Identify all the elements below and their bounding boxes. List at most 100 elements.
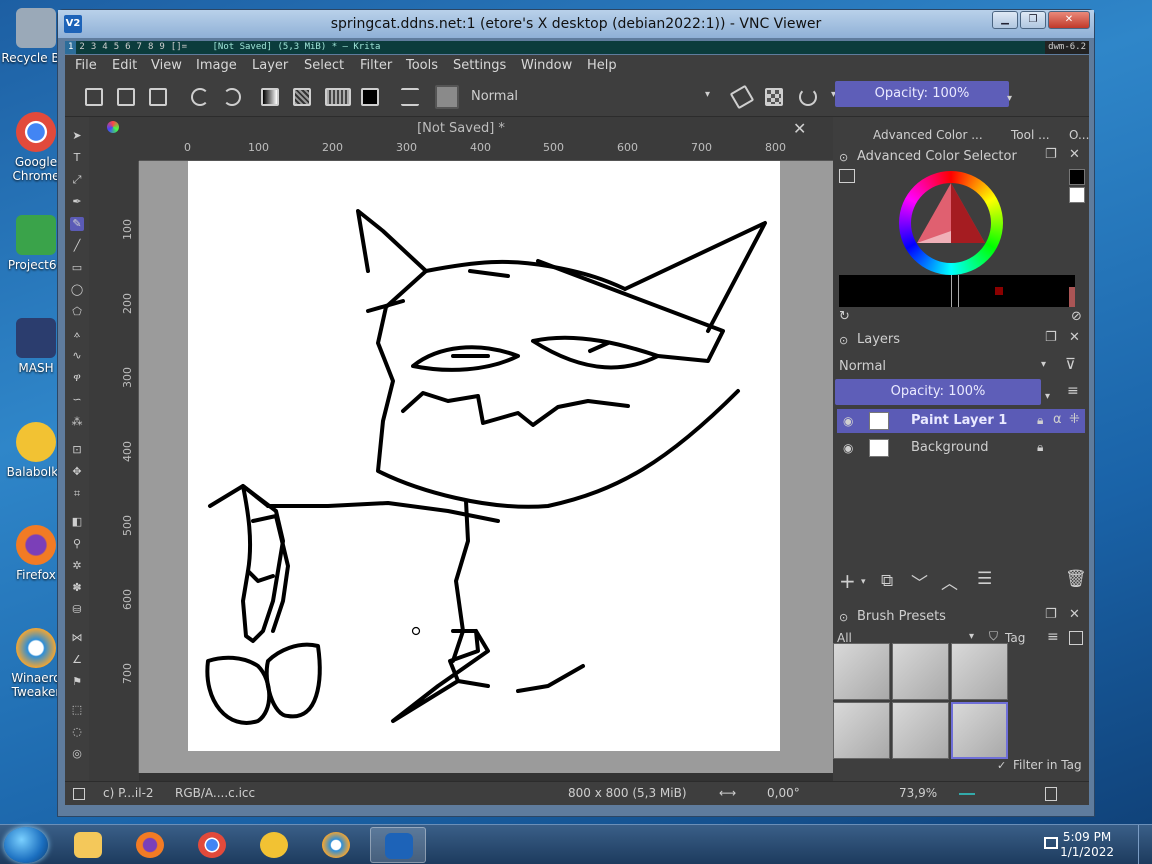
- eraser-icon[interactable]: [729, 84, 755, 110]
- maximize-button[interactable]: ❐: [1020, 11, 1046, 29]
- reload-preset-icon[interactable]: [799, 88, 817, 106]
- undo-icon[interactable]: [191, 88, 209, 106]
- delete-layer-icon[interactable]: 🗑︎: [1065, 569, 1087, 589]
- system-clock[interactable]: 5:09 PM 1/1/2022: [1060, 830, 1114, 860]
- minimize-button[interactable]: ▁: [992, 11, 1018, 29]
- lock-layer-icon[interactable]: 🔒︎: [1037, 413, 1043, 428]
- layer-row-background[interactable]: ◉ Background 🔒︎: [837, 436, 1085, 460]
- foreground-color-swatch[interactable]: [1069, 169, 1085, 185]
- layer-blend-mode-select[interactable]: Normal: [839, 359, 1049, 374]
- ellipse-tool-icon[interactable]: ◯: [70, 283, 84, 297]
- assistant-tool-icon[interactable]: ⋈: [70, 631, 84, 645]
- float-docker-icon[interactable]: ❐: [1045, 147, 1057, 162]
- color-picker-tool-icon[interactable]: ⚲: [70, 537, 84, 551]
- opacity-chevron-icon[interactable]: ▾: [1007, 93, 1012, 104]
- layer-properties-icon[interactable]: ☰: [977, 569, 992, 589]
- brush-preset-icon[interactable]: [435, 85, 459, 109]
- document-tab-title[interactable]: [Not Saved] *: [89, 121, 833, 136]
- taskbar-balabolka[interactable]: [246, 827, 302, 863]
- dwm-tag-3[interactable]: 3: [88, 41, 99, 54]
- fg-bg-color-icon[interactable]: [361, 88, 379, 106]
- inherit-alpha-icon[interactable]: ⁜: [1069, 412, 1080, 427]
- duplicate-layer-icon[interactable]: ⧉: [881, 571, 893, 591]
- color-settings-icon[interactable]: [839, 169, 855, 183]
- taskbar-winaero[interactable]: [308, 827, 364, 863]
- close-docker-icon[interactable]: ✕: [1069, 607, 1080, 622]
- color-triangle[interactable]: [899, 171, 1003, 275]
- colorize-mask-tool-icon[interactable]: ✽: [70, 581, 84, 595]
- tag-icon[interactable]: ⛉: [989, 629, 998, 644]
- color-wheel[interactable]: [899, 171, 1003, 275]
- layer-menu-icon[interactable]: ≡: [1067, 383, 1079, 399]
- taskbar-chrome[interactable]: [184, 827, 240, 863]
- bezier-tool-icon[interactable]: ∿: [70, 349, 84, 363]
- taskbar-vnc-viewer[interactable]: [370, 827, 426, 863]
- measure-tool-icon[interactable]: ∠: [70, 653, 84, 667]
- menu-edit[interactable]: Edit: [112, 58, 137, 73]
- brush-tag-button[interactable]: Tag: [1005, 631, 1025, 645]
- menu-select[interactable]: Select: [304, 58, 344, 73]
- dock-tab-advanced-color[interactable]: Advanced Color ...: [873, 128, 983, 142]
- visibility-eye-icon[interactable]: ◉: [843, 414, 853, 428]
- dwm-tag-7[interactable]: 7: [134, 41, 145, 54]
- lock-docker-icon[interactable]: ⊙: [839, 611, 848, 624]
- dwm-tag-4[interactable]: 4: [99, 41, 110, 54]
- dwm-tag-6[interactable]: 6: [122, 41, 133, 54]
- blend-mode-select[interactable]: Normal: [471, 89, 711, 104]
- float-docker-icon[interactable]: ❐: [1045, 330, 1057, 345]
- layer-opacity-slider[interactable]: Opacity: 100%: [835, 379, 1041, 405]
- background-color-swatch[interactable]: [1069, 187, 1085, 203]
- visibility-eye-icon[interactable]: ◉: [843, 441, 853, 455]
- gradient-tool-icon[interactable]: ◧: [70, 515, 84, 529]
- dwm-tag-1[interactable]: 1: [65, 41, 77, 54]
- network-icon[interactable]: [1044, 837, 1058, 849]
- menu-image[interactable]: Image: [196, 58, 237, 73]
- freehand-brush-tool-icon[interactable]: ✎: [70, 217, 84, 231]
- layer-opacity-chevron-icon[interactable]: ▾: [1045, 391, 1050, 402]
- brush-preset-tile[interactable]: [892, 702, 949, 759]
- lock-docker-icon[interactable]: ⊙: [839, 151, 848, 164]
- text-tool-icon[interactable]: T: [70, 151, 84, 165]
- dwm-tag-2[interactable]: 2: [76, 41, 87, 54]
- select-shapes-tool-icon[interactable]: ➤: [70, 129, 84, 143]
- brush-preset-tile[interactable]: [892, 643, 949, 700]
- new-document-icon[interactable]: [85, 88, 103, 106]
- zoom-slider[interactable]: [959, 793, 975, 795]
- blend-mode-chevron-icon[interactable]: ▾: [705, 89, 710, 100]
- preset-view-menu-icon[interactable]: ≡: [1047, 629, 1059, 645]
- brush-preset-tile[interactable]: [951, 643, 1008, 700]
- filter-in-tag-checkbox[interactable]: ✓: [997, 759, 1006, 772]
- dwm-tag-5[interactable]: 5: [111, 41, 122, 54]
- brush-tag-filter-chevron-icon[interactable]: ▾: [969, 631, 974, 642]
- calligraphy-tool-icon[interactable]: ✒: [70, 195, 84, 209]
- save-icon[interactable]: [149, 88, 167, 106]
- preset-options-icon[interactable]: [1069, 631, 1083, 645]
- rectangle-tool-icon[interactable]: ▭: [70, 261, 84, 275]
- edit-shapes-tool-icon[interactable]: ⤢: [70, 173, 84, 187]
- menu-tools[interactable]: Tools: [406, 58, 438, 73]
- smart-patch-tool-icon[interactable]: ✲: [70, 559, 84, 573]
- brush-preset-tile-selected[interactable]: [951, 702, 1008, 759]
- line-tool-icon[interactable]: ╱: [70, 239, 84, 253]
- close-button[interactable]: ✕: [1048, 11, 1090, 29]
- polygon-tool-icon[interactable]: ⬠: [70, 305, 84, 319]
- taskbar-firefox[interactable]: [122, 827, 178, 863]
- status-zoom[interactable]: 73,9%: [899, 786, 937, 800]
- menu-filter[interactable]: Filter: [360, 58, 392, 73]
- layer-row-paint-layer-1[interactable]: ◉ Paint Layer 1 🔒︎ α ⁜: [837, 409, 1085, 433]
- brush-preset-tile[interactable]: [833, 702, 890, 759]
- add-layer-icon[interactable]: +: [839, 569, 856, 593]
- menu-settings[interactable]: Settings: [453, 58, 506, 73]
- dwm-layout[interactable]: []=: [168, 41, 190, 54]
- filter-layers-icon[interactable]: ⊽: [1065, 355, 1076, 373]
- move-layer-down-icon[interactable]: ﹀: [911, 569, 928, 594]
- menu-file[interactable]: File: [75, 58, 97, 73]
- freehand-path-tool-icon[interactable]: ዋ: [70, 371, 84, 385]
- fill-tool-icon[interactable]: ⛁: [70, 603, 84, 617]
- lock-docker-icon[interactable]: ⊙: [839, 334, 848, 347]
- ellipse-select-tool-icon[interactable]: ◌: [70, 725, 84, 739]
- reset-color-icon[interactable]: ↻: [839, 309, 850, 324]
- add-layer-chevron-icon[interactable]: ▾: [861, 577, 866, 587]
- polyline-tool-icon[interactable]: ⟑: [70, 327, 84, 341]
- canvas-viewport[interactable]: [139, 161, 833, 773]
